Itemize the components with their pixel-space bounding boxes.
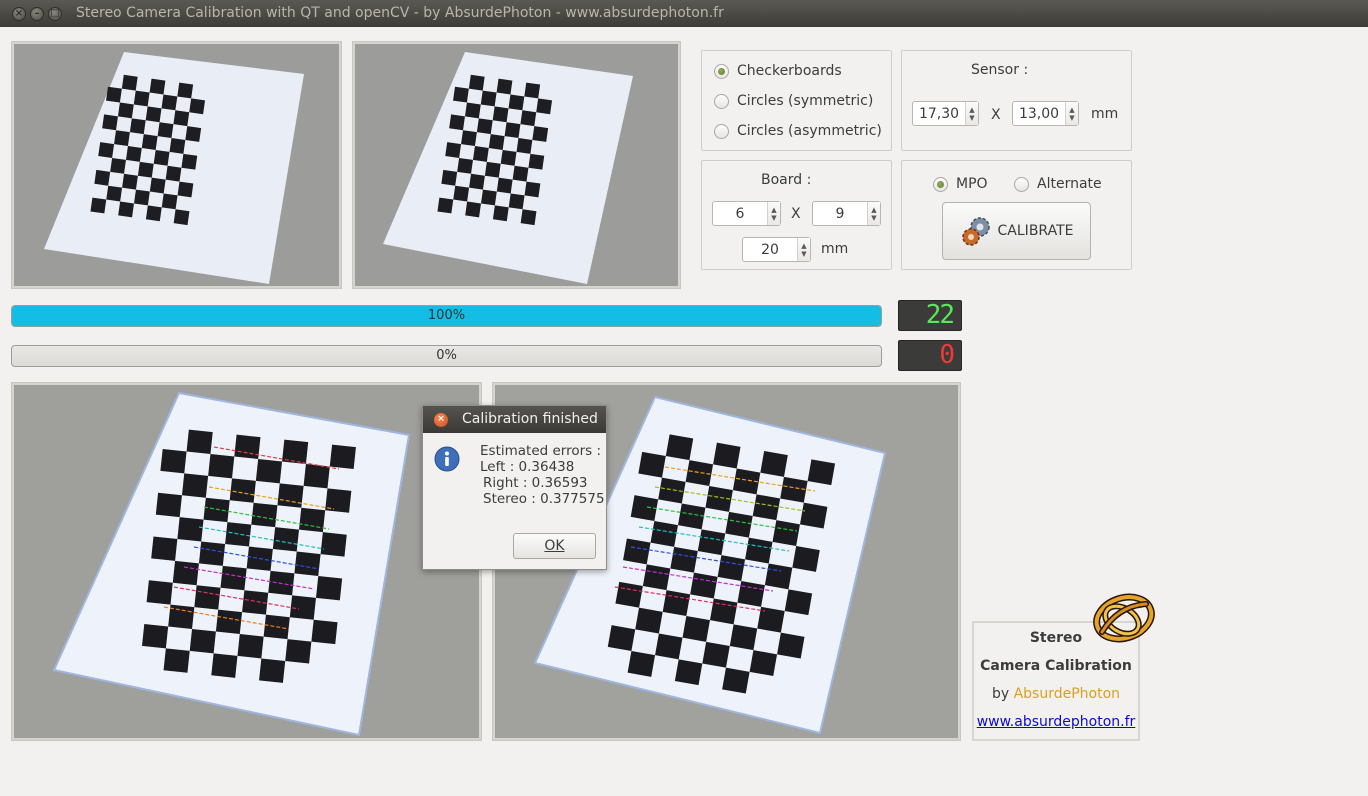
close-window-icon[interactable]: × (12, 7, 26, 21)
window-title: Stereo Camera Calibration with QT and op… (76, 5, 724, 21)
ok-button[interactable]: OK (513, 533, 596, 559)
radio-unchecked-icon[interactable] (1014, 176, 1029, 192)
about-by: by (991, 686, 1014, 702)
left-preview-image (11, 41, 342, 289)
sensor-width-spinbox[interactable]: 17,30 ▲ ▼ (912, 101, 979, 126)
radio-circles-asymmetric[interactable]: Circles (asymmetric) (714, 123, 882, 139)
right-preview-image (352, 41, 681, 289)
spinbox-value[interactable]: 20 (743, 242, 797, 258)
right-progress-bar: 0% (11, 345, 882, 367)
board-group: Board : 6 ▲ ▼ X 9 ▲ ▼ 20 ▲ ▼ mm (701, 160, 892, 270)
sensor-unit: mm (1091, 106, 1119, 122)
board-label: Board : (761, 172, 812, 188)
dialog-message: Estimated errors : Left : 0.36438 Right … (480, 443, 605, 507)
dialog-titlebar: × Calibration finished ! (423, 406, 606, 454)
spinbox-arrows-icon[interactable]: ▲ ▼ (767, 202, 780, 225)
radio-checkerboards[interactable]: Checkerboards (714, 63, 842, 79)
spinbox-arrows-icon[interactable]: ▲ ▼ (797, 238, 810, 261)
calibration-finished-dialog: × Calibration finished ! Estimated error… (422, 405, 607, 570)
radio-label: Alternate (1037, 176, 1102, 192)
website-link[interactable]: www.absurdephoton.fr (977, 714, 1136, 730)
about-byline: by AbsurdePhoton (974, 686, 1138, 702)
right-images-counter: 0 (898, 340, 962, 371)
radio-label: Circles (symmetric) (737, 93, 874, 109)
radio-circles-symmetric[interactable]: Circles (symmetric) (714, 93, 873, 109)
calibrate-label: CALIBRATE (997, 223, 1074, 239)
about-line2: Camera Calibration (980, 658, 1132, 674)
dialog-line: Left : 0.36438 (480, 459, 575, 475)
radio-checked-icon[interactable] (933, 176, 948, 192)
progress-text: 100% (427, 308, 466, 323)
dialog-line: Right : 0.36593 (483, 475, 588, 491)
maximize-window-icon[interactable]: □ (48, 7, 62, 21)
spinbox-arrows-icon[interactable]: ▲ ▼ (965, 102, 978, 125)
board-cols-spinbox[interactable]: 6 ▲ ▼ (712, 201, 781, 226)
minimize-window-icon[interactable]: – (30, 7, 44, 21)
sensor-label: Sensor : (971, 62, 1029, 78)
board-separator: X (791, 206, 801, 222)
sensor-height-spinbox[interactable]: 13,00 ▲ ▼ (1012, 101, 1079, 126)
spinbox-value[interactable]: 6 (713, 206, 767, 222)
radio-checked-icon[interactable] (714, 63, 729, 79)
dialog-line: Stereo : 0.377575 (483, 491, 605, 507)
spinbox-value[interactable]: 9 (813, 206, 867, 222)
progress-text: 0% (436, 348, 457, 363)
dialog-close-icon[interactable]: × (434, 413, 448, 427)
left-images-counter: 22 (898, 300, 962, 331)
square-size-spinbox[interactable]: 20 ▲ ▼ (742, 237, 811, 262)
dialog-line: Estimated errors : (480, 443, 602, 459)
sensor-separator: X (991, 107, 1001, 123)
sensor-group: Sensor : 17,30 ▲ ▼ X 13,00 ▲ ▼ mm (901, 50, 1132, 151)
gears-icon (961, 217, 990, 246)
radio-label: Circles (asymmetric) (737, 123, 882, 139)
mode-group: MPO Alternate CALIBRATE (901, 160, 1132, 270)
about-link-row: www.absurdephoton.fr (974, 714, 1138, 730)
spinbox-arrows-icon[interactable]: ▲ ▼ (1065, 102, 1078, 125)
info-icon (434, 446, 460, 472)
radio-label: MPO (956, 176, 988, 192)
radio-alternate[interactable]: Alternate (1014, 176, 1102, 192)
title-bar: × – □ Stereo Camera Calibration with QT … (0, 0, 1368, 27)
spinbox-arrows-icon[interactable]: ▲ ▼ (867, 202, 880, 225)
left-calibrated-image (11, 382, 482, 741)
board-rows-spinbox[interactable]: 9 ▲ ▼ (812, 201, 881, 226)
spinbox-value[interactable]: 13,00 (1013, 106, 1065, 122)
board-unit: mm (821, 241, 849, 257)
radio-unchecked-icon[interactable] (714, 123, 729, 139)
absurdephoton-logo-icon (1093, 593, 1155, 643)
spinbox-value[interactable]: 17,30 (913, 106, 965, 122)
calibrate-button[interactable]: CALIBRATE (942, 202, 1091, 260)
radio-mpo[interactable]: MPO (933, 176, 988, 192)
left-progress-bar: 100% (11, 305, 882, 327)
radio-label: Checkerboards (737, 63, 842, 79)
pattern-group: Checkerboards Circles (symmetric) Circle… (701, 50, 892, 151)
radio-unchecked-icon[interactable] (714, 93, 729, 109)
about-author: AbsurdePhoton (1013, 686, 1121, 702)
